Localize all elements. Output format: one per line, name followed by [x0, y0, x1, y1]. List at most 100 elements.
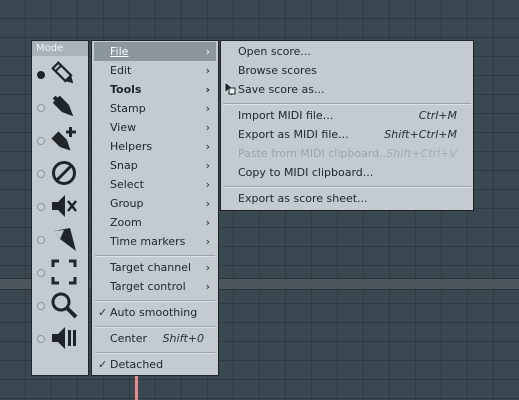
menu-item-center[interactable]: Center Shift+0 — [94, 329, 216, 348]
menu-item-edit[interactable]: Edit › — [94, 61, 216, 80]
chevron-right-icon: › — [205, 83, 210, 96]
shortcut-label: Shift+Ctrl+V — [386, 147, 457, 160]
submenu-item-label: Export as MIDI file... — [238, 128, 349, 141]
menu-separator — [95, 326, 215, 328]
tool-radio[interactable] — [37, 203, 45, 211]
submenu-item-copy-midi[interactable]: Copy to MIDI clipboard... — [221, 163, 473, 182]
paint-brush-plus-icon — [51, 127, 76, 151]
shortcut-label: Ctrl+M — [418, 109, 457, 122]
menu-item-label: Target channel — [110, 261, 192, 274]
submenu-item-open-score[interactable]: Open score... — [221, 42, 473, 61]
menu-item-auto-smoothing[interactable]: ✓ Auto smoothing — [94, 303, 216, 322]
menu-item-label: Center — [110, 332, 148, 345]
check-icon: ✓ — [98, 306, 108, 319]
menu-item-file[interactable]: File › — [94, 42, 216, 61]
tool-mute[interactable] — [32, 191, 90, 221]
tool-radio[interactable] — [37, 71, 45, 79]
select-marquee-icon — [51, 259, 77, 285]
menu-item-tools[interactable]: Tools › — [94, 80, 216, 99]
chevron-right-icon: › — [205, 235, 210, 248]
menu-item-time-markers[interactable]: Time markers › — [94, 232, 216, 251]
tool-paint-add[interactable] — [32, 125, 90, 155]
mouse-cursor-icon — [224, 81, 236, 97]
tool-pencil[interactable] — [32, 59, 90, 89]
submenu-item-label: Browse scores — [238, 64, 317, 77]
menu-item-label: File — [110, 45, 129, 58]
chevron-right-icon: › — [205, 64, 210, 77]
menu-item-group[interactable]: Group › — [94, 194, 216, 213]
submenu-item-export-midi[interactable]: Export as MIDI file... Shift+Ctrl+M — [221, 125, 473, 144]
menu-item-helpers[interactable]: Helpers › — [94, 137, 216, 156]
menu-item-label: Detached — [110, 358, 164, 371]
menu-separator — [95, 300, 215, 302]
menu-separator — [95, 352, 215, 354]
pencil-icon — [51, 61, 74, 84]
menu-item-label: Snap — [110, 159, 138, 172]
tool-slice[interactable] — [32, 224, 90, 254]
chevron-right-icon: › — [205, 102, 210, 115]
chevron-right-icon: › — [205, 216, 210, 229]
mode-panel-title: Mode — [32, 41, 88, 56]
submenu-item-label: Copy to MIDI clipboard... — [238, 166, 374, 179]
submenu-item-label: Paste from MIDI clipboard... — [238, 147, 390, 160]
menu-item-view[interactable]: View › — [94, 118, 216, 137]
menu-item-label: Stamp — [110, 102, 146, 115]
submenu-item-paste-midi: Paste from MIDI clipboard... Shift+Ctrl+V — [221, 144, 473, 163]
check-icon: ✓ — [98, 358, 108, 371]
menu-item-select[interactable]: Select › — [94, 175, 216, 194]
tool-radio[interactable] — [37, 170, 45, 178]
mute-speaker-icon — [52, 195, 77, 217]
shortcut-label: Shift+0 — [162, 332, 204, 345]
tool-radio[interactable] — [37, 269, 45, 277]
chevron-right-icon: › — [205, 280, 210, 293]
tool-radio[interactable] — [37, 104, 45, 112]
submenu-item-label: Export as score sheet... — [238, 192, 368, 205]
tool-select[interactable] — [32, 257, 90, 287]
shortcut-label: Shift+Ctrl+M — [384, 128, 457, 141]
menu-separator — [223, 103, 471, 105]
chevron-right-icon: › — [205, 261, 210, 274]
tool-delete[interactable] — [32, 158, 90, 188]
chevron-right-icon: › — [205, 178, 210, 191]
submenu-item-browse-scores[interactable]: Browse scores — [221, 61, 473, 80]
menu-item-label: Edit — [110, 64, 132, 77]
chevron-right-icon: › — [205, 159, 210, 172]
menu-separator — [223, 186, 471, 188]
menu-item-target-control[interactable]: Target control › — [94, 277, 216, 296]
submenu-item-label: Open score... — [238, 45, 311, 58]
menu-item-label: Time markers — [110, 235, 186, 248]
menu-item-label: Auto smoothing — [110, 306, 198, 319]
tool-radio[interactable] — [37, 236, 45, 244]
tool-radio[interactable] — [37, 137, 45, 145]
file-submenu: Open score... Browse scores Save score a… — [220, 40, 474, 211]
chevron-right-icon: › — [205, 121, 210, 134]
tool-zoom[interactable] — [32, 290, 90, 320]
playhead-marker — [135, 376, 138, 400]
menu-item-label: View — [110, 121, 137, 134]
menu-item-zoom[interactable]: Zoom › — [94, 213, 216, 232]
menu-item-stamp[interactable]: Stamp › — [94, 99, 216, 118]
menu-item-label: Select — [110, 178, 144, 191]
menu-separator — [95, 255, 215, 257]
submenu-item-export-score-sheet[interactable]: Export as score sheet... — [221, 189, 473, 208]
playback-speaker-icon — [52, 327, 76, 349]
menu-item-target-channel[interactable]: Target channel › — [94, 258, 216, 277]
menu-item-label: Tools — [110, 83, 142, 96]
submenu-item-label: Save score as... — [238, 83, 325, 96]
menu-item-label: Zoom — [110, 216, 142, 229]
submenu-item-save-score-as[interactable]: Save score as... — [221, 80, 473, 99]
slice-knife-icon — [54, 228, 76, 251]
tool-paint[interactable] — [32, 92, 90, 122]
menu-item-detached[interactable]: ✓ Detached — [94, 355, 216, 374]
chevron-right-icon: › — [205, 197, 210, 210]
menu-item-label: Group — [110, 197, 144, 210]
menu-item-snap[interactable]: Snap › — [94, 156, 216, 175]
submenu-item-import-midi[interactable]: Import MIDI file... Ctrl+M — [221, 106, 473, 125]
mode-panel: Mode — [31, 40, 89, 376]
tool-radio[interactable] — [37, 302, 45, 310]
piano-roll-menu: File › Edit › Tools › Stamp › View › Helpers ›… — [91, 40, 219, 376]
chevron-right-icon: › — [205, 45, 210, 58]
tool-radio[interactable] — [37, 335, 45, 343]
tool-playback[interactable] — [32, 323, 90, 353]
zoom-magnifier-icon — [51, 292, 78, 319]
